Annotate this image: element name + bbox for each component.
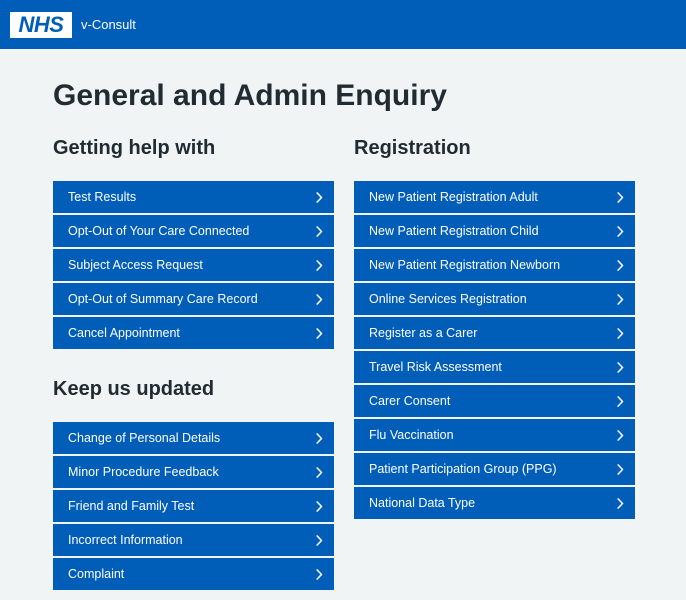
getting-help-item-1[interactable]: Test Results [53,181,334,213]
page-title: General and Admin Enquiry [53,79,447,112]
chevron-right-icon [615,462,625,476]
service-name[interactable]: v-Consult [81,17,136,32]
keep-updated-item-3[interactable]: Friend and Family Test [53,490,334,522]
link-label: Minor Procedure Feedback [68,465,219,479]
chevron-right-icon [615,292,625,306]
link-label: Complaint [68,567,125,581]
registration-item-9[interactable]: Patient Participation Group (PPG) [354,453,635,485]
link-label: Register as a Carer [369,326,478,340]
nhs-logo-text: NHS [18,11,64,37]
section-heading-registration: Registration [354,137,471,159]
registration-item-5[interactable]: Register as a Carer [354,317,635,349]
registration-item-7[interactable]: Carer Consent [354,385,635,417]
chevron-right-icon [615,496,625,510]
link-label: Opt-Out of Your Care Connected [68,224,250,238]
registration-item-4[interactable]: Online Services Registration [354,283,635,315]
nhs-logo[interactable]: NHS [10,11,72,38]
chevron-right-icon [314,224,324,238]
chevron-right-icon [615,326,625,340]
link-label: Opt-Out of Summary Care Record [68,292,258,306]
chevron-right-icon [615,190,625,204]
link-label: New Patient Registration Newborn [369,258,561,272]
link-label: Travel Risk Assessment [369,360,502,374]
chevron-right-icon [314,533,324,547]
registration-item-6[interactable]: Travel Risk Assessment [354,351,635,383]
link-label: Friend and Family Test [68,499,195,513]
keep-updated-item-2[interactable]: Minor Procedure Feedback [53,456,334,488]
section-heading-keep-updated: Keep us updated [53,378,215,400]
link-label: Cancel Appointment [68,326,180,340]
registration-item-8[interactable]: Flu Vaccination [354,419,635,451]
chevron-right-icon [314,292,324,306]
getting-help-item-4[interactable]: Opt-Out of Summary Care Record [53,283,334,315]
registration-item-1[interactable]: New Patient Registration Adult [354,181,635,213]
link-label: Test Results [68,190,137,204]
keep-updated-list: Change of Personal Details Minor Procedur… [53,422,334,592]
chevron-right-icon [314,326,324,340]
registration-item-2[interactable]: New Patient Registration Child [354,215,635,247]
chevron-right-icon [314,190,324,204]
link-label: Change of Personal Details [68,431,221,445]
link-label: Subject Access Request [68,258,203,272]
registration-item-10[interactable]: National Data Type [354,487,635,519]
link-label: Incorrect Information [68,533,183,547]
registration-list: New Patient Registration Adult New Patien… [354,181,635,521]
chevron-right-icon [615,258,625,272]
link-label: Flu Vaccination [369,428,454,442]
getting-help-item-3[interactable]: Subject Access Request [53,249,334,281]
link-label: Carer Consent [369,394,451,408]
keep-updated-item-1[interactable]: Change of Personal Details [53,422,334,454]
getting-help-list: Test Results Opt-Out of Your Care Connect… [53,181,334,351]
getting-help-item-2[interactable]: Opt-Out of Your Care Connected [53,215,334,247]
chevron-right-icon [314,431,324,445]
chevron-right-icon [615,360,625,374]
chevron-right-icon [314,465,324,479]
link-label: New Patient Registration Child [369,224,539,238]
link-label: Online Services Registration [369,292,527,306]
section-heading-getting-help: Getting help with [53,137,216,159]
chevron-right-icon [314,499,324,513]
link-label: National Data Type [369,496,476,510]
chevron-right-icon [615,428,625,442]
site-header: NHS v-Consult [0,0,686,49]
link-label: New Patient Registration Adult [369,190,538,204]
registration-item-3[interactable]: New Patient Registration Newborn [354,249,635,281]
getting-help-item-5[interactable]: Cancel Appointment [53,317,334,349]
chevron-right-icon [615,224,625,238]
keep-updated-item-5[interactable]: Complaint [53,558,334,590]
keep-updated-item-4[interactable]: Incorrect Information [53,524,334,556]
chevron-right-icon [615,394,625,408]
chevron-right-icon [314,567,324,581]
link-label: Patient Participation Group (PPG) [369,462,557,476]
chevron-right-icon [314,258,324,272]
